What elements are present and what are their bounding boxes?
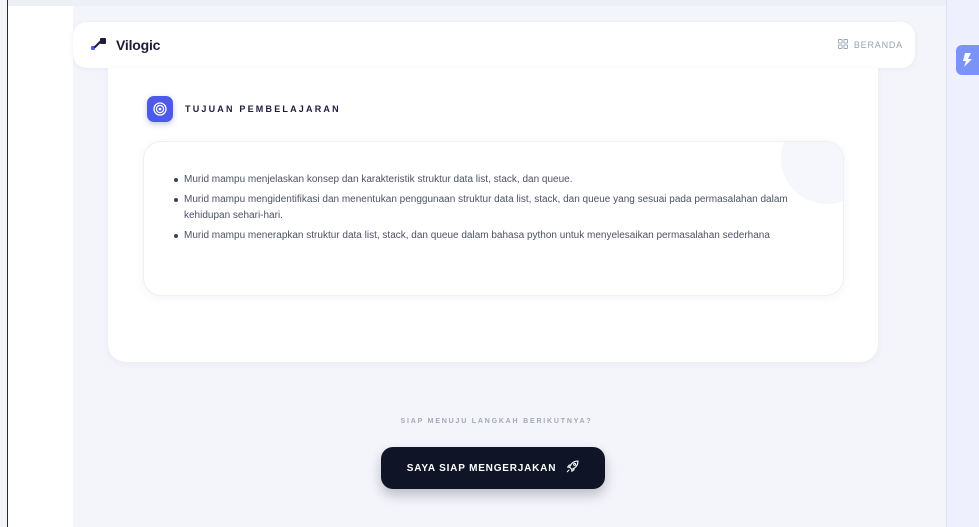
extension-widget[interactable] — [956, 45, 979, 75]
rocket-icon — [566, 460, 579, 476]
section-title: TUJUAN PEMBELAJARAN — [185, 104, 341, 114]
nav-home-label: BERANDA — [853, 40, 903, 50]
brand[interactable]: Vilogic — [89, 37, 160, 53]
window-left-edge — [0, 0, 8, 527]
ready-button[interactable]: SAYA SIAP MENGERJAKAN — [381, 447, 605, 489]
nav-home-link[interactable]: BERANDA — [837, 39, 903, 51]
ready-button-label: SAYA SIAP MENGERJAKAN — [406, 462, 557, 474]
top-navbar: Vilogic BERANDA — [73, 22, 915, 68]
cta-prompt: SIAP MENUJU LANGKAH BERIKUTNYA? — [400, 418, 593, 425]
lightning-icon — [962, 53, 972, 67]
brand-name: Vilogic — [116, 37, 161, 53]
side-panel — [946, 0, 979, 527]
target-icon — [147, 96, 173, 122]
list-item: Murid mampu mengidentifikasi dan menentu… — [174, 192, 814, 224]
brand-logo-icon — [89, 37, 109, 53]
list-item: Murid mampu menerapkan struktur data lis… — [174, 228, 814, 244]
grid-icon — [837, 39, 848, 51]
objectives-card: Murid mampu menjelaskan konsep dan karak… — [143, 141, 844, 296]
objectives-list: Murid mampu menjelaskan konsep dan karak… — [174, 172, 814, 248]
section-header: TUJUAN PEMBELAJARAN — [147, 96, 341, 122]
list-item: Murid mampu menjelaskan konsep dan karak… — [174, 172, 814, 188]
